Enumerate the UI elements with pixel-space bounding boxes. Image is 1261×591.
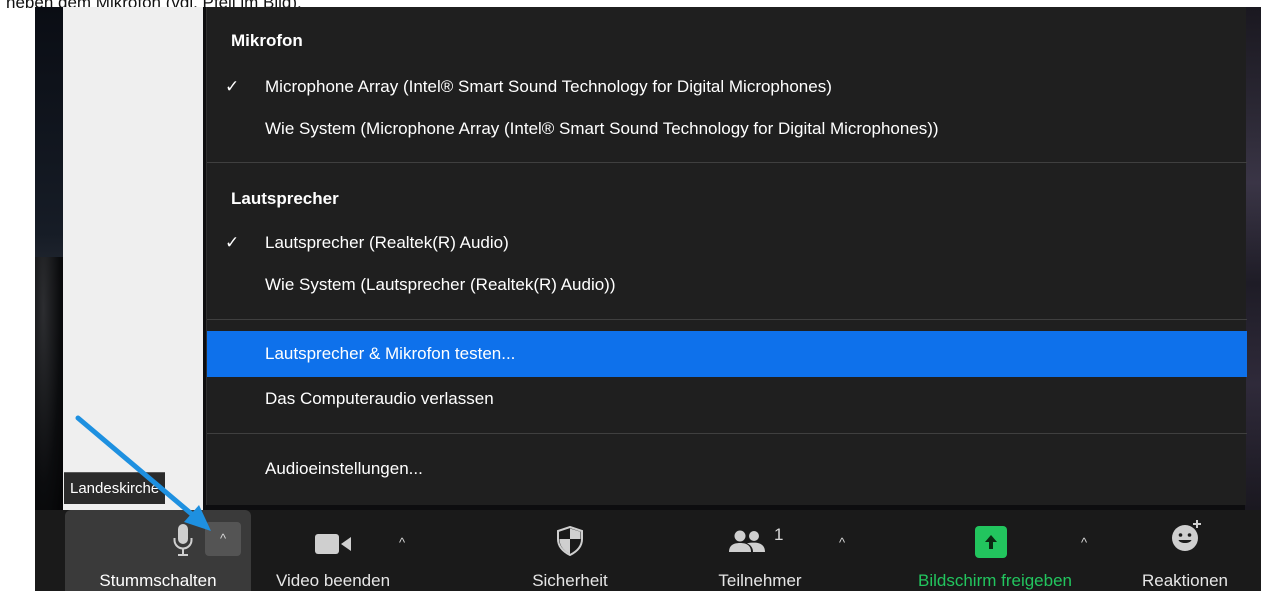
menu-item-label: Wie System (Microphone Array (Intel® Sma… — [265, 119, 939, 138]
menu-divider — [207, 319, 1247, 320]
participant-name-label: Landeskirche — [64, 472, 166, 504]
menu-item-speaker-realtek[interactable]: ✓ Lautsprecher (Realtek(R) Audio) — [207, 225, 1247, 261]
security-button[interactable]: Sicherheit — [505, 510, 635, 591]
menu-item-microphone-system[interactable]: Wie System (Microphone Array (Intel® Sma… — [207, 111, 1247, 147]
menu-item-audio-settings[interactable]: Audioeinstellungen... — [207, 451, 1247, 487]
check-icon: ✓ — [225, 77, 240, 96]
share-screen-label: Bildschirm freigeben — [917, 571, 1072, 590]
participants-label: Teilnehmer — [718, 571, 802, 590]
chevron-up-icon[interactable]: ^ — [391, 532, 413, 554]
reactions-label: Reaktionen — [1141, 571, 1228, 590]
share-screen-icon — [975, 526, 1007, 558]
chevron-up-icon: ^ — [219, 531, 227, 546]
menu-item-label: Lautsprecher & Mikrofon testen... — [265, 344, 516, 363]
video-background-right — [1245, 7, 1261, 510]
menu-item-label: Microphone Array (Intel® Smart Sound Tec… — [265, 77, 832, 96]
mute-button[interactable]: ^ Stummschalten — [65, 510, 251, 591]
menu-item-label: Wie System (Lautsprecher (Realtek(R) Aud… — [265, 275, 616, 294]
menu-item-label: Das Computeraudio verlassen — [265, 389, 494, 408]
security-label: Sicherheit — [532, 571, 608, 590]
video-label: Video beenden — [275, 571, 391, 590]
share-screen-button[interactable]: ^ Bildschirm freigeben — [885, 510, 1105, 591]
chevron-up-icon[interactable]: ^ — [831, 532, 853, 554]
reactions-button[interactable]: Reaktionen — [1125, 510, 1245, 591]
menu-divider — [207, 433, 1247, 434]
smiley-icon — [1172, 520, 1201, 551]
microphone-section-title: Mikrofon — [231, 31, 303, 50]
audio-menu: Mikrofon ✓ Microphone Array (Intel® Smar… — [206, 7, 1247, 505]
microphone-icon — [173, 524, 193, 556]
menu-item-test-audio[interactable]: Lautsprecher & Mikrofon testen... — [207, 331, 1247, 377]
check-icon: ✓ — [225, 233, 240, 252]
video-camera-icon — [315, 534, 351, 554]
mute-label: Stummschalten — [99, 571, 217, 590]
participants-count: 1 — [774, 525, 784, 544]
chevron-up-icon[interactable]: ^ — [1073, 532, 1095, 554]
meeting-toolbar: ^ Stummschalten ^ Video beenden Sicherhe… — [35, 510, 1261, 591]
menu-item-microphone-array[interactable]: ✓ Microphone Array (Intel® Smart Sound T… — [207, 69, 1247, 105]
speaker-section-title: Lautsprecher — [231, 189, 339, 208]
participants-button[interactable]: 1 ^ Teilnehmer — [685, 510, 845, 591]
menu-item-leave-computer-audio[interactable]: Das Computeraudio verlassen — [207, 381, 1247, 417]
menu-item-label: Lautsprecher (Realtek(R) Audio) — [265, 233, 509, 252]
video-background-left — [35, 7, 63, 510]
shared-content-panel — [63, 7, 203, 510]
menu-divider — [207, 162, 1247, 163]
audio-options-button[interactable]: ^ — [205, 522, 241, 556]
menu-item-label: Audioeinstellungen... — [265, 459, 423, 478]
stop-video-button[interactable]: ^ Video beenden — [253, 510, 413, 591]
shield-icon — [557, 526, 583, 556]
menu-item-speaker-system[interactable]: Wie System (Lautsprecher (Realtek(R) Aud… — [207, 267, 1247, 303]
people-icon — [729, 530, 765, 552]
